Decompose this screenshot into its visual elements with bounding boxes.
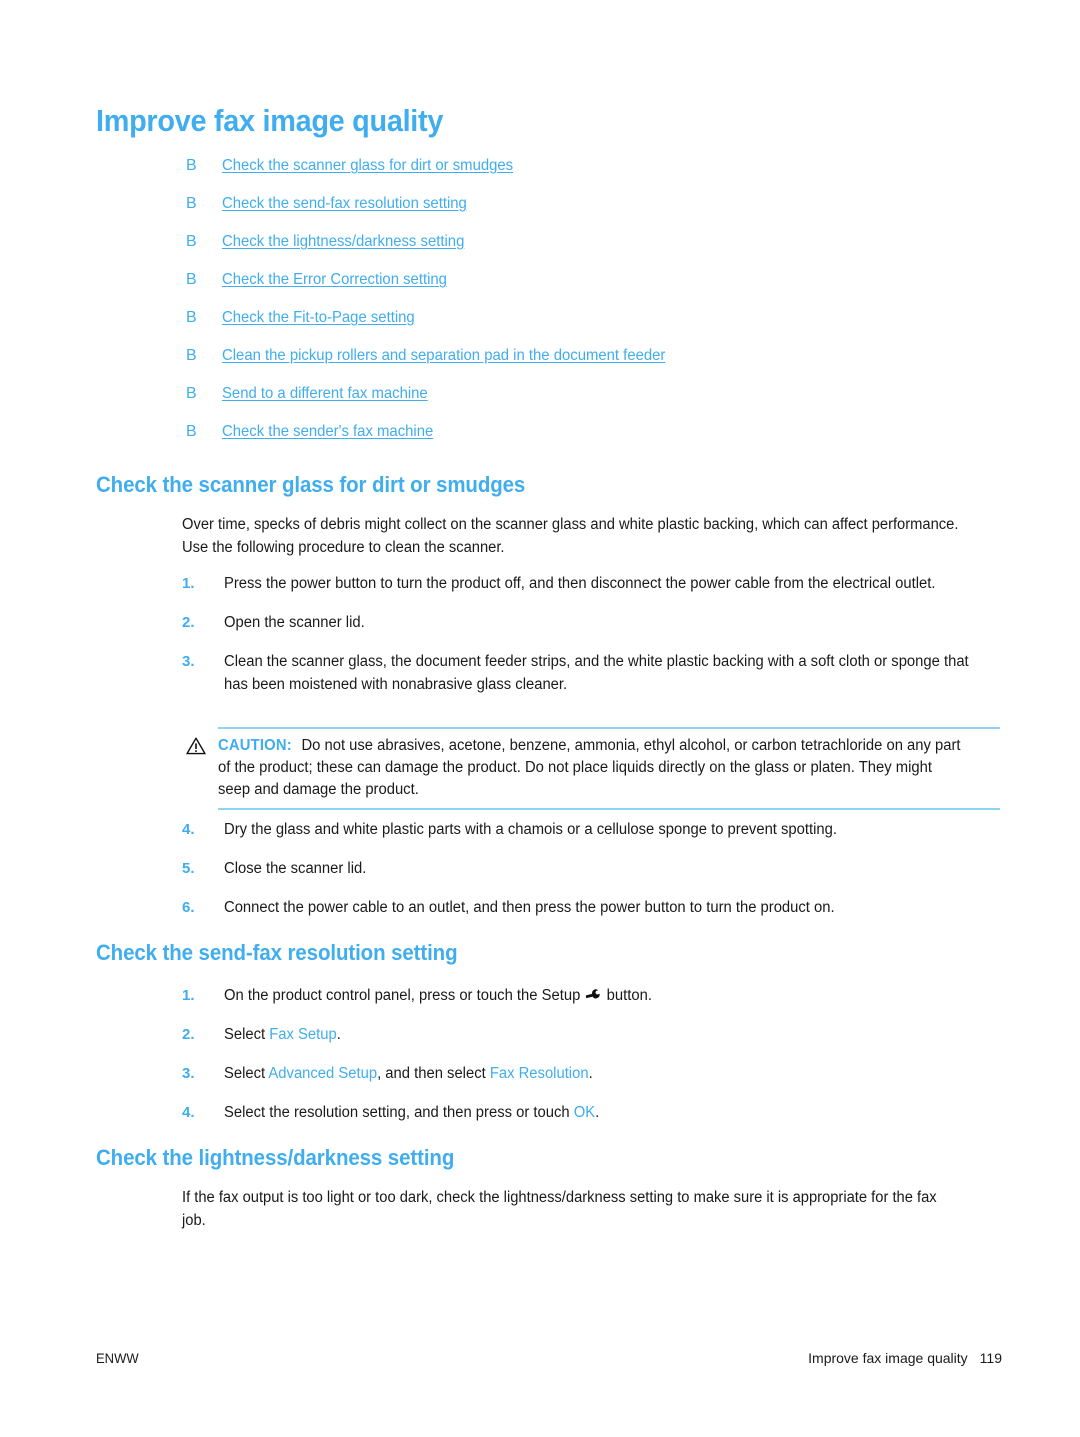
list-item[interactable]: B Clean the pickup rollers and separatio… xyxy=(186,347,1026,385)
toc-link-different-fax-machine[interactable]: Send to a different fax machine xyxy=(222,385,428,403)
step-text-before: Select xyxy=(224,1065,269,1082)
step-number: 5. xyxy=(182,860,195,877)
document-page: Improve fax image quality B Check the sc… xyxy=(0,0,1080,1437)
section-link-list: B Check the scanner glass for dirt or sm… xyxy=(186,157,1026,461)
bullet-icon: B xyxy=(186,233,197,250)
toc-link-send-fax-resolution[interactable]: Check the send-fax resolution setting xyxy=(222,195,467,213)
step-text: Select the resolution setting, and then … xyxy=(224,1101,969,1124)
wrench-icon xyxy=(585,986,600,1001)
section2-steps: 1. On the product control panel, press o… xyxy=(182,984,1004,1140)
step-text-middle: , and then select xyxy=(377,1065,490,1082)
caution-bottom-rule xyxy=(218,808,1000,810)
footer-chapter-title: Improve fax image quality xyxy=(808,1350,968,1366)
step-item: 3. Select Advanced Setup, and then selec… xyxy=(182,1062,1004,1085)
step-number: 4. xyxy=(182,1104,195,1121)
bullet-icon: B xyxy=(186,271,197,288)
step-number: 1. xyxy=(182,987,195,1004)
section3-paragraph: If the fax output is too light or too da… xyxy=(182,1189,937,1229)
ui-term-fax-resolution: Fax Resolution xyxy=(489,1065,589,1082)
ui-term-ok: OK xyxy=(573,1104,596,1121)
step-number: 2. xyxy=(182,1026,195,1043)
bullet-icon: B xyxy=(186,309,197,326)
step-text-before: Select xyxy=(224,1026,270,1043)
step-number: 2. xyxy=(182,614,195,631)
step-number: 6. xyxy=(182,899,195,916)
section1-steps-4-6: 4. Dry the glass and white plastic parts… xyxy=(182,818,1004,935)
step-number: 4. xyxy=(182,821,195,838)
caution-body: CAUTION: Do not use abrasives, acetone, b… xyxy=(186,729,1000,808)
step-text: Select Fax Setup. xyxy=(224,1023,969,1046)
footer-right: Improve fax image quality 119 xyxy=(808,1350,1002,1366)
step-text: Connect the power cable to an outlet, an… xyxy=(224,899,835,916)
bullet-icon: B xyxy=(186,195,197,212)
caution-label: CAUTION: xyxy=(218,737,292,754)
step-text: Dry the glass and white plastic parts wi… xyxy=(224,821,837,838)
step-text: Close the scanner lid. xyxy=(224,860,367,877)
step-item: 2. Open the scanner lid. xyxy=(182,611,1004,634)
ui-term-advanced-setup: Advanced Setup xyxy=(268,1065,378,1082)
step-item: 1. Press the power button to turn the pr… xyxy=(182,572,1004,595)
step-text-after: . xyxy=(588,1065,593,1082)
section-heading-lightness-darkness: Check the lightness/darkness setting xyxy=(96,1145,455,1170)
step-text-after: . xyxy=(595,1104,600,1121)
toc-link-error-correction[interactable]: Check the Error Correction setting xyxy=(222,271,447,289)
bullet-icon: B xyxy=(186,385,197,402)
section1-steps-1-3: 1. Press the power button to turn the pr… xyxy=(182,572,1004,712)
section-heading-scanner-glass: Check the scanner glass for dirt or smud… xyxy=(96,472,526,497)
step-text-after: . xyxy=(336,1026,341,1043)
ui-term-fax-setup: Fax Setup xyxy=(269,1026,337,1043)
list-item[interactable]: B Check the send-fax resolution setting xyxy=(186,195,1026,233)
step-text: Select Advanced Setup, and then select F… xyxy=(224,1062,969,1085)
step-number: 3. xyxy=(182,1065,195,1082)
step-text-before: Select the resolution setting, and then … xyxy=(224,1104,574,1121)
list-item[interactable]: B Check the scanner glass for dirt or sm… xyxy=(186,157,1026,195)
list-item[interactable]: B Send to a different fax machine xyxy=(186,385,1026,423)
step-text-before: On the product control panel, press or t… xyxy=(224,987,585,1004)
caution-admonition: CAUTION: Do not use abrasives, acetone, b… xyxy=(186,727,1000,810)
toc-link-senders-fax-machine[interactable]: Check the sender's fax machine xyxy=(222,423,433,441)
step-number: 3. xyxy=(182,653,195,670)
step-item: 6. Connect the power cable to an outlet,… xyxy=(182,896,1004,919)
toc-link-fit-to-page[interactable]: Check the Fit-to-Page setting xyxy=(222,309,415,327)
step-item: 5. Close the scanner lid. xyxy=(182,857,1004,880)
footer-locale: ENWW xyxy=(96,1350,139,1366)
list-item[interactable]: B Check the lightness/darkness setting xyxy=(186,233,1026,271)
step-item: 1. On the product control panel, press o… xyxy=(182,984,1004,1007)
section1-intro-paragraph: Over time, specks of debris might collec… xyxy=(182,516,959,556)
step-item: 2. Select Fax Setup. xyxy=(182,1023,1004,1046)
footer-page-number: 119 xyxy=(979,1350,1002,1366)
page-title: Improve fax image quality xyxy=(96,103,444,138)
bullet-icon: B xyxy=(186,157,197,174)
step-text-after: button. xyxy=(602,987,652,1004)
step-text: Open the scanner lid. xyxy=(224,614,365,631)
list-item[interactable]: B Check the sender's fax machine xyxy=(186,423,1026,461)
toc-link-clean-pickup-rollers[interactable]: Clean the pickup rollers and separation … xyxy=(222,347,665,365)
list-item[interactable]: B Check the Error Correction setting xyxy=(186,271,1026,309)
section-heading-send-fax-resolution: Check the send-fax resolution setting xyxy=(96,940,458,965)
step-item: 4. Select the resolution setting, and th… xyxy=(182,1101,1004,1124)
toc-link-scanner-glass[interactable]: Check the scanner glass for dirt or smud… xyxy=(222,157,513,175)
list-item[interactable]: B Check the Fit-to-Page setting xyxy=(186,309,1026,347)
step-text: On the product control panel, press or t… xyxy=(224,984,969,1007)
caution-text: Do not use abrasives, acetone, benzene, … xyxy=(218,737,961,798)
step-item: 3. Clean the scanner glass, the document… xyxy=(182,650,1004,696)
step-item: 4. Dry the glass and white plastic parts… xyxy=(182,818,1004,841)
step-number: 1. xyxy=(182,575,195,592)
step-text: Clean the scanner glass, the document fe… xyxy=(224,653,969,693)
toc-link-lightness-darkness[interactable]: Check the lightness/darkness setting xyxy=(222,233,464,251)
step-text: Press the power button to turn the produ… xyxy=(224,575,936,592)
bullet-icon: B xyxy=(186,347,197,364)
bullet-icon: B xyxy=(186,423,197,440)
warning-triangle-icon xyxy=(186,737,206,755)
